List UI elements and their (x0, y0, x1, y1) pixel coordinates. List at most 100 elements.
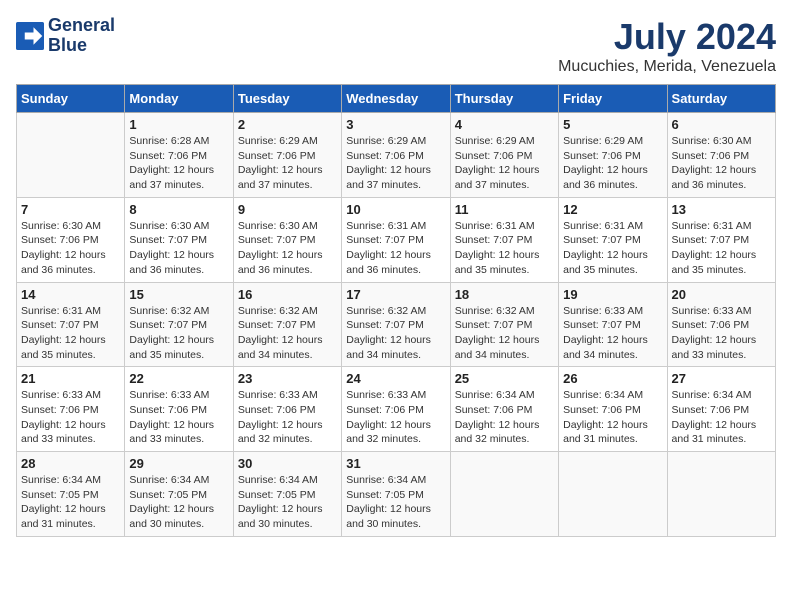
day-number: 5 (563, 117, 662, 132)
table-row: 6 Sunrise: 6:30 AM Sunset: 7:06 PM Daylig… (667, 113, 775, 198)
table-row: 27 Sunrise: 6:34 AM Sunset: 7:06 PM Dayli… (667, 367, 775, 452)
day-info: Sunrise: 6:31 AM Sunset: 7:07 PM Dayligh… (563, 219, 662, 278)
calendar-week-row: 14 Sunrise: 6:31 AM Sunset: 7:07 PM Dayli… (17, 282, 776, 367)
logo: General Blue (16, 16, 115, 56)
day-info: Sunrise: 6:34 AM Sunset: 7:05 PM Dayligh… (346, 473, 445, 532)
calendar-week-row: 28 Sunrise: 6:34 AM Sunset: 7:05 PM Dayli… (17, 452, 776, 537)
day-info: Sunrise: 6:32 AM Sunset: 7:07 PM Dayligh… (129, 304, 228, 363)
day-number: 29 (129, 456, 228, 471)
calendar-header-row: Sunday Monday Tuesday Wednesday Thursday… (17, 85, 776, 113)
header-tuesday: Tuesday (233, 85, 341, 113)
day-info: Sunrise: 6:29 AM Sunset: 7:06 PM Dayligh… (238, 134, 337, 193)
day-number: 6 (672, 117, 771, 132)
day-info: Sunrise: 6:34 AM Sunset: 7:05 PM Dayligh… (238, 473, 337, 532)
table-row: 12Sunrise: 6:31 AM Sunset: 7:07 PM Dayli… (559, 197, 667, 282)
header-wednesday: Wednesday (342, 85, 450, 113)
day-number: 25 (455, 371, 554, 386)
table-row: 9 Sunrise: 6:30 AM Sunset: 7:07 PM Daylig… (233, 197, 341, 282)
calendar-table: Sunday Monday Tuesday Wednesday Thursday… (16, 84, 776, 537)
table-row: 5 Sunrise: 6:29 AM Sunset: 7:06 PM Daylig… (559, 113, 667, 198)
day-info: Sunrise: 6:34 AM Sunset: 7:06 PM Dayligh… (455, 388, 554, 447)
day-info: Sunrise: 6:29 AM Sunset: 7:06 PM Dayligh… (455, 134, 554, 193)
table-row: 8Sunrise: 6:30 AM Sunset: 7:07 PM Daylig… (125, 197, 233, 282)
table-row: 28 Sunrise: 6:34 AM Sunset: 7:05 PM Dayli… (17, 452, 125, 537)
day-number: 19 (563, 287, 662, 302)
day-number: 13 (672, 202, 771, 217)
day-number: 2 (238, 117, 337, 132)
day-info: Sunrise: 6:30 AM Sunset: 7:07 PM Dayligh… (238, 219, 337, 278)
day-info: Sunrise: 6:29 AM Sunset: 7:06 PM Dayligh… (563, 134, 662, 193)
day-number: 21 (21, 371, 120, 386)
day-number: 14 (21, 287, 120, 302)
day-info: Sunrise: 6:33 AM Sunset: 7:06 PM Dayligh… (129, 388, 228, 447)
day-info: Sunrise: 6:29 AM Sunset: 7:06 PM Dayligh… (346, 134, 445, 193)
table-row: 19Sunrise: 6:33 AM Sunset: 7:07 PM Dayli… (559, 282, 667, 367)
day-info: Sunrise: 6:31 AM Sunset: 7:07 PM Dayligh… (672, 219, 771, 278)
table-row: 16Sunrise: 6:32 AM Sunset: 7:07 PM Dayli… (233, 282, 341, 367)
day-number: 22 (129, 371, 228, 386)
header-thursday: Thursday (450, 85, 558, 113)
table-row: 29 Sunrise: 6:34 AM Sunset: 7:05 PM Dayli… (125, 452, 233, 537)
day-number: 1 (129, 117, 228, 132)
table-row: 25 Sunrise: 6:34 AM Sunset: 7:06 PM Dayli… (450, 367, 558, 452)
table-row: 31 Sunrise: 6:34 AM Sunset: 7:05 PM Dayli… (342, 452, 450, 537)
day-number: 18 (455, 287, 554, 302)
day-info: Sunrise: 6:33 AM Sunset: 7:06 PM Dayligh… (346, 388, 445, 447)
day-number: 28 (21, 456, 120, 471)
table-row (667, 452, 775, 537)
table-row: 20 Sunrise: 6:33 AM Sunset: 7:06 PM Dayli… (667, 282, 775, 367)
header-monday: Monday (125, 85, 233, 113)
day-number: 20 (672, 287, 771, 302)
table-row: 23Sunrise: 6:33 AM Sunset: 7:06 PM Dayli… (233, 367, 341, 452)
day-number: 16 (238, 287, 337, 302)
table-row: 17Sunrise: 6:32 AM Sunset: 7:07 PM Dayli… (342, 282, 450, 367)
table-row: 18Sunrise: 6:32 AM Sunset: 7:07 PM Dayli… (450, 282, 558, 367)
table-row: 7 Sunrise: 6:30 AM Sunset: 7:06 PM Daylig… (17, 197, 125, 282)
table-row: 21Sunrise: 6:33 AM Sunset: 7:06 PM Dayli… (17, 367, 125, 452)
calendar-week-row: 1 Sunrise: 6:28 AM Sunset: 7:06 PM Daylig… (17, 113, 776, 198)
calendar-week-row: 21 Sunrise: 6:33 AM Sunset: 7:06 PM Dayli… (17, 367, 776, 452)
day-number: 7 (21, 202, 120, 217)
day-info: Sunrise: 6:31 AM Sunset: 7:07 PM Dayligh… (21, 304, 120, 363)
logo-icon (16, 22, 44, 50)
day-info: Sunrise: 6:28 AM Sunset: 7:06 PM Dayligh… (129, 134, 228, 193)
table-row: 15 Sunrise: 6:32 AM Sunset: 7:07 PM Dayli… (125, 282, 233, 367)
day-info: Sunrise: 6:30 AM Sunset: 7:06 PM Dayligh… (672, 134, 771, 193)
month-year: July 2024 (558, 16, 776, 58)
day-number: 15 (129, 287, 228, 302)
location: Mucuchies, Merida, Venezuela (558, 58, 776, 76)
table-row (559, 452, 667, 537)
day-number: 24 (346, 371, 445, 386)
day-number: 10 (346, 202, 445, 217)
table-row: 2 Sunrise: 6:29 AM Sunset: 7:06 PM Daylig… (233, 113, 341, 198)
day-info: Sunrise: 6:33 AM Sunset: 7:06 PM Dayligh… (672, 304, 771, 363)
day-info: Sunrise: 6:31 AM Sunset: 7:07 PM Dayligh… (346, 219, 445, 278)
day-info: Sunrise: 6:34 AM Sunset: 7:06 PM Dayligh… (672, 388, 771, 447)
day-info: Sunrise: 6:34 AM Sunset: 7:05 PM Dayligh… (129, 473, 228, 532)
day-number: 3 (346, 117, 445, 132)
table-row: 30 Sunrise: 6:34 AM Sunset: 7:05 PM Dayli… (233, 452, 341, 537)
table-row: 26Sunrise: 6:34 AM Sunset: 7:06 PM Dayli… (559, 367, 667, 452)
header-friday: Friday (559, 85, 667, 113)
table-row: 11 Sunrise: 6:31 AM Sunset: 7:07 PM Dayli… (450, 197, 558, 282)
day-info: Sunrise: 6:34 AM Sunset: 7:05 PM Dayligh… (21, 473, 120, 532)
day-number: 31 (346, 456, 445, 471)
logo-text: General Blue (48, 16, 115, 56)
day-info: Sunrise: 6:31 AM Sunset: 7:07 PM Dayligh… (455, 219, 554, 278)
table-row: 22 Sunrise: 6:33 AM Sunset: 7:06 PM Dayli… (125, 367, 233, 452)
header-sunday: Sunday (17, 85, 125, 113)
title-section: July 2024 Mucuchies, Merida, Venezuela (558, 16, 776, 76)
day-number: 30 (238, 456, 337, 471)
calendar-week-row: 7 Sunrise: 6:30 AM Sunset: 7:06 PM Daylig… (17, 197, 776, 282)
header: General Blue July 2024 Mucuchies, Merida… (16, 16, 776, 76)
day-number: 23 (238, 371, 337, 386)
table-row: 4 Sunrise: 6:29 AM Sunset: 7:06 PM Daylig… (450, 113, 558, 198)
table-row: 1 Sunrise: 6:28 AM Sunset: 7:06 PM Daylig… (125, 113, 233, 198)
day-number: 26 (563, 371, 662, 386)
day-info: Sunrise: 6:30 AM Sunset: 7:06 PM Dayligh… (21, 219, 120, 278)
day-number: 9 (238, 202, 337, 217)
day-number: 4 (455, 117, 554, 132)
table-row (17, 113, 125, 198)
day-number: 11 (455, 202, 554, 217)
day-number: 27 (672, 371, 771, 386)
